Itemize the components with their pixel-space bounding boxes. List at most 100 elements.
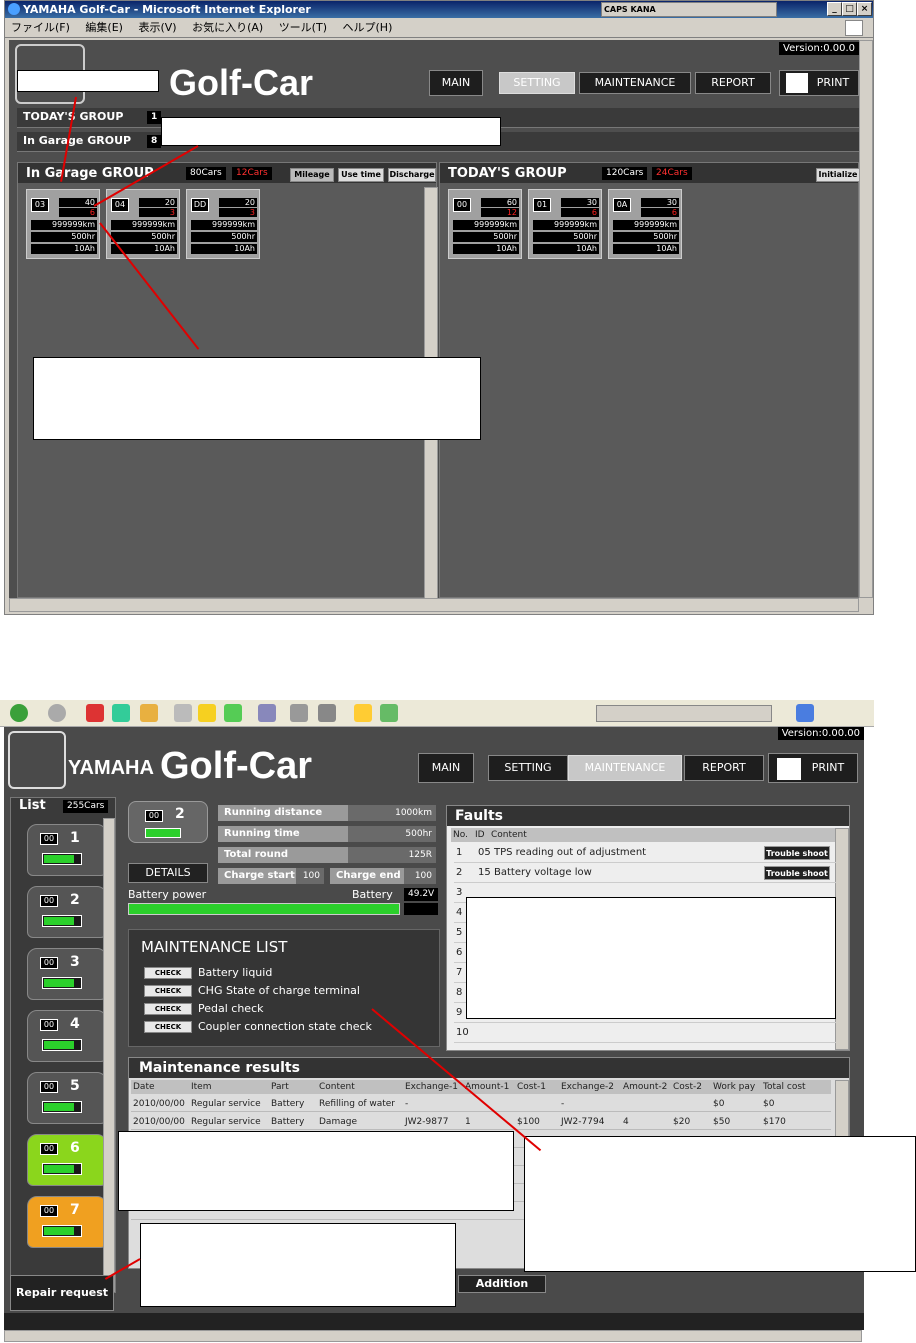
details-button[interactable]: DETAILS bbox=[128, 863, 208, 883]
favorites-icon[interactable] bbox=[198, 704, 216, 722]
history-icon[interactable] bbox=[224, 704, 242, 722]
mileage-button[interactable]: Mileage bbox=[290, 168, 334, 182]
results-cell: 2010/00/00 bbox=[133, 1099, 185, 1109]
nav-report-button-2[interactable]: REPORT bbox=[684, 755, 764, 781]
menu-edit[interactable]: 編集(E) bbox=[85, 21, 123, 34]
page-vertical-scrollbar[interactable] bbox=[859, 40, 873, 598]
list-car-item[interactable]: 00 5 bbox=[27, 1072, 107, 1124]
faults-scrollbar[interactable] bbox=[835, 828, 849, 1050]
list-car-item[interactable]: 00 4 bbox=[27, 1010, 107, 1062]
fault-no: 9 bbox=[456, 1007, 463, 1018]
bottom-horizontal-scrollbar[interactable] bbox=[4, 1330, 862, 1342]
list-car-item[interactable]: 00 1 bbox=[27, 824, 107, 876]
nav-main-button[interactable]: MAIN bbox=[429, 70, 483, 96]
check-button[interactable]: CHECK bbox=[144, 1021, 192, 1033]
addition-button[interactable]: Addition bbox=[458, 1275, 546, 1293]
results-col-header: Cost-2 bbox=[673, 1082, 702, 1092]
stop-icon[interactable] bbox=[86, 704, 104, 722]
nav-main-button-2[interactable]: MAIN bbox=[418, 753, 474, 783]
car-card-total: 20 bbox=[219, 198, 257, 207]
nav-print-button[interactable]: PRINT bbox=[779, 70, 859, 96]
todays-panel-title: TODAY'S GROUP bbox=[448, 166, 567, 181]
nav-report-button[interactable]: REPORT bbox=[695, 72, 771, 94]
results-cell: Refilling of water bbox=[319, 1099, 396, 1109]
notes-icon[interactable] bbox=[354, 704, 372, 722]
nav-maintenance-button-2[interactable]: MAINTENANCE bbox=[568, 755, 682, 781]
top-browser-window: YAMAHA Golf-Car - Microsoft Internet Exp… bbox=[4, 0, 874, 615]
trouble-shoot-button[interactable]: Trouble shoot bbox=[764, 866, 830, 880]
results-col-header: Amount-2 bbox=[623, 1082, 668, 1092]
list-car-item[interactable]: 00 2 bbox=[27, 886, 107, 938]
results-col-header: Exchange-2 bbox=[561, 1082, 614, 1092]
fault-no: 3 bbox=[456, 887, 463, 898]
car-card-id: 00 bbox=[453, 198, 471, 212]
fault-no: 4 bbox=[456, 907, 463, 918]
mail-icon[interactable] bbox=[258, 704, 276, 722]
home-icon[interactable] bbox=[140, 704, 158, 722]
list-car-id: 00 bbox=[40, 957, 58, 969]
car-card-ah: 10Ah bbox=[191, 244, 257, 254]
car-card[interactable]: 03 40 6 999999km 500hr 10Ah bbox=[26, 189, 100, 259]
check-button[interactable]: CHECK bbox=[144, 985, 192, 997]
car-card[interactable]: 00 60 12 999999km 500hr 10Ah bbox=[448, 189, 522, 259]
close-button[interactable]: × bbox=[857, 2, 872, 16]
faults-header bbox=[447, 806, 849, 826]
battery-icon bbox=[42, 853, 82, 865]
car-card-total: 60 bbox=[481, 198, 519, 207]
results-cell: $0 bbox=[713, 1099, 725, 1109]
car-card[interactable]: 0A 30 6 999999km 500hr 10Ah bbox=[608, 189, 682, 259]
maintenance-item-label: Pedal check bbox=[198, 1002, 264, 1015]
menu-view[interactable]: 表示(V) bbox=[138, 21, 176, 34]
use-time-button[interactable]: Use time bbox=[338, 168, 384, 182]
todays-cars-red: 24Cars bbox=[652, 167, 692, 180]
fault-no: 5 bbox=[456, 927, 463, 938]
in-garage-group-label: In Garage GROUP bbox=[23, 134, 132, 147]
car-card-km: 999999km bbox=[191, 220, 257, 230]
menu-help[interactable]: ヘルプ(H) bbox=[343, 21, 393, 34]
refresh-icon[interactable] bbox=[112, 704, 130, 722]
list-car-number: 5 bbox=[70, 1078, 80, 1094]
results-table-header: Date Item Part Content Exchange-1 Amount-1 Cos… bbox=[131, 1080, 831, 1094]
list-car-item[interactable]: 00 3 bbox=[27, 948, 107, 1000]
car-card[interactable]: 01 30 6 999999km 500hr 10Ah bbox=[528, 189, 602, 259]
results-cell: $0 bbox=[763, 1099, 775, 1109]
list-car-item[interactable]: 00 7 bbox=[27, 1196, 107, 1248]
results-cell: Damage bbox=[319, 1117, 357, 1127]
search-icon[interactable] bbox=[174, 704, 192, 722]
results-cell: - bbox=[405, 1099, 409, 1109]
check-button[interactable]: CHECK bbox=[144, 967, 192, 979]
menu-tools[interactable]: ツール(T) bbox=[279, 21, 327, 34]
list-car-item[interactable]: 00 6 bbox=[27, 1134, 107, 1186]
todays-panel: TODAY'S GROUP 120Cars 24Cars Initialize … bbox=[439, 162, 860, 598]
minimize-button[interactable]: _ bbox=[827, 2, 842, 16]
menu-file[interactable]: ファイル(F) bbox=[11, 21, 70, 34]
car-card[interactable]: DD 20 3 999999km 500hr 10Ah bbox=[186, 189, 260, 259]
list-car-number: 7 bbox=[70, 1202, 80, 1218]
nav-print-button-2[interactable]: PRINT bbox=[768, 753, 858, 783]
page-horizontal-scrollbar[interactable] bbox=[9, 598, 859, 612]
messenger-icon[interactable] bbox=[380, 704, 398, 722]
nav-maintenance-button[interactable]: MAINTENANCE bbox=[579, 72, 691, 94]
discharge-button[interactable]: Discharge bbox=[388, 168, 436, 182]
back-icon[interactable] bbox=[10, 704, 28, 722]
initialize-button[interactable]: Initialize bbox=[816, 168, 860, 182]
forward-icon[interactable] bbox=[48, 704, 66, 722]
print-toolbar-icon[interactable] bbox=[290, 704, 308, 722]
maximize-button[interactable]: □ bbox=[842, 2, 857, 16]
nav-setting-button-2[interactable]: SETTING bbox=[488, 755, 568, 781]
list-car-id: 00 bbox=[40, 1081, 58, 1093]
edit-icon[interactable] bbox=[318, 704, 336, 722]
battery-level bbox=[44, 917, 74, 925]
check-button[interactable]: CHECK bbox=[144, 1003, 192, 1015]
in-garage-group-value: 8 bbox=[147, 135, 162, 148]
nav-setting-button[interactable]: SETTING bbox=[499, 72, 575, 94]
results-cell: JW2-9877 bbox=[405, 1117, 449, 1127]
repair-request-button[interactable]: Repair request bbox=[10, 1275, 114, 1311]
car-card[interactable]: 04 20 3 999999km 500hr 10Ah bbox=[106, 189, 180, 259]
car-card-id: 04 bbox=[111, 198, 129, 212]
menu-favorites[interactable]: お気に入り(A) bbox=[192, 21, 263, 34]
list-scrollbar[interactable] bbox=[103, 818, 115, 1292]
trouble-shoot-button[interactable]: Trouble shoot bbox=[764, 846, 830, 860]
car-card-ah: 10Ah bbox=[453, 244, 519, 254]
todays-cars: 120Cars bbox=[602, 167, 648, 180]
